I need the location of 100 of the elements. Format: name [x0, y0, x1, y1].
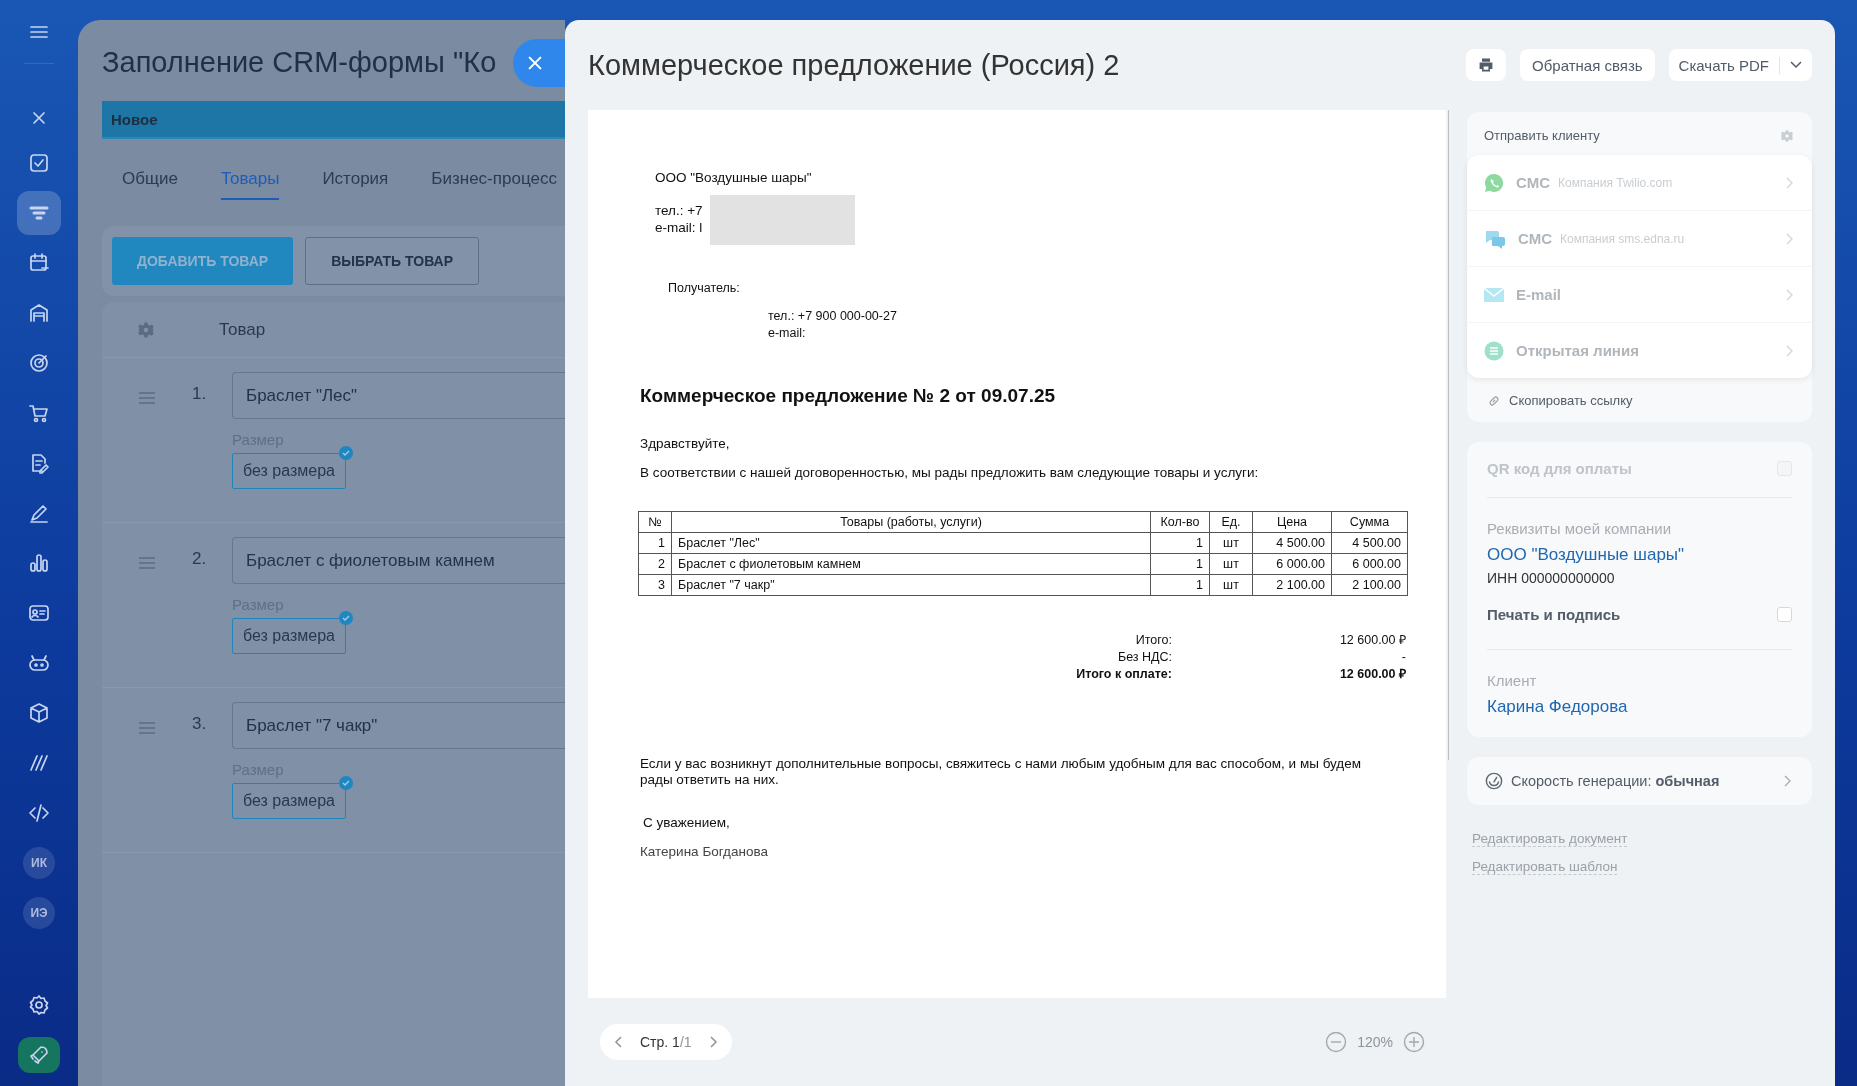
greeting: Здравствуйте, [640, 436, 731, 451]
channel-item[interactable]: E-mail [1467, 267, 1812, 323]
total-label: Итого к оплате: [1075, 666, 1172, 683]
chevron-right-icon [1786, 176, 1794, 189]
size-option[interactable]: без размера [232, 618, 346, 654]
tab[interactable]: Общие [122, 169, 178, 200]
phone-bubble-icon [1484, 172, 1504, 193]
tab[interactable]: Бизнес-процесс [431, 169, 557, 200]
garage-icon [27, 301, 51, 325]
table-cell: 1 [1150, 574, 1210, 596]
caret-icon[interactable] [1790, 61, 1802, 69]
envelope-icon [1484, 286, 1504, 303]
channel-name: СМС [1518, 230, 1552, 247]
drag-handle-icon[interactable] [138, 392, 156, 404]
total-value: - [1400, 649, 1406, 666]
edit-link[interactable]: Редактировать документ [1472, 831, 1628, 847]
total-value: 12 600.00 ₽ [1338, 666, 1406, 683]
generation-speed-item[interactable]: Скорость генерации: обычная [1467, 757, 1812, 805]
card-title: Отправить клиенту [1484, 128, 1600, 143]
table-cell: Браслет с фиолетовым камнем [671, 553, 1151, 575]
scrollbar[interactable] [1448, 110, 1449, 760]
zoom-level: 120% [1357, 1034, 1393, 1050]
form-title: Заполнение CRM-формы "Ко [102, 46, 497, 79]
code-icon [27, 801, 51, 825]
table-cell: 4 500.00 [1252, 532, 1332, 554]
channel-name: Открытая линия [1516, 342, 1639, 359]
launch-button[interactable] [18, 1037, 60, 1073]
sender-email: e-mail: l [655, 219, 703, 236]
next-page-icon[interactable] [709, 1036, 718, 1048]
total-label: Итого: [1134, 632, 1172, 649]
chat-icon [1484, 228, 1506, 249]
closing-note: Если у вас возникнут дополнительные вопросы, свяжитесь с нами любым удобным для вас способом, и мы будем рады ответить на них. [640, 756, 1363, 788]
table-cell: шт [1209, 574, 1253, 596]
column-header: Товар [219, 319, 266, 340]
option-label: Печать и подпись [1487, 606, 1621, 623]
intro-text: В соответствии с нашей договоренностью, мы рады предложить вам следующие товары и услуги: [640, 465, 1260, 480]
previous-page-icon[interactable] [614, 1036, 622, 1048]
table-cell: шт [1209, 553, 1253, 575]
column-header: Сумма [1331, 511, 1408, 533]
row-number: 3. [192, 714, 208, 734]
row-number: 1. [192, 384, 208, 404]
recipient-label: Получатель: [667, 281, 741, 295]
print-button[interactable] [1466, 49, 1507, 81]
company-link[interactable]: ООО "Воздушные шары" [1487, 545, 1685, 565]
chat-bubble-icon [1484, 340, 1504, 361]
drag-handle-icon[interactable] [138, 557, 156, 569]
table-cell: Браслет "7 чакр" [671, 574, 1151, 596]
section-label: Реквизиты моей компании [1487, 520, 1672, 537]
size-option[interactable]: без размера [232, 453, 346, 489]
table-cell: 2 100.00 [1331, 574, 1408, 596]
chevron-right-icon [1786, 288, 1794, 301]
drag-handle-icon[interactable] [138, 722, 156, 734]
row-number: 2. [192, 549, 208, 569]
signer-name: Катерина Богданова [640, 844, 769, 859]
printer-icon [1478, 57, 1495, 73]
copy-link[interactable]: Скопировать ссылку [1467, 378, 1812, 412]
channel-name: E-mail [1516, 286, 1561, 303]
product-button[interactable]: ВЫБРАТЬ ТОВАР [305, 237, 479, 285]
table-cell: 2 100.00 [1252, 574, 1332, 596]
offer-heading: Коммерческое предложение № 2 от 09.07.25 [640, 385, 1057, 407]
total-value: 12 600.00 ₽ [1338, 632, 1406, 649]
tab[interactable]: История [322, 169, 389, 200]
feedback-button[interactable]: Обратная связь [1520, 49, 1655, 81]
checkbox[interactable] [1777, 607, 1792, 622]
table-cell: 3 [638, 574, 672, 596]
sign-off: С уважением, [642, 815, 731, 830]
close-icon [526, 54, 544, 72]
table-cell: 4 500.00 [1331, 532, 1408, 554]
table-cell: 6 000.00 [1252, 553, 1332, 575]
table-cell: 1 [1150, 532, 1210, 554]
product-name-field[interactable]: Браслет "7 чакр" [232, 702, 565, 749]
sender-phone: тел.: +7 [655, 202, 703, 219]
box-icon [27, 701, 51, 725]
product-name-field[interactable]: Браслет с фиолетовым камнем [232, 537, 565, 584]
download-pdf-button[interactable]: Скачать PDF [1668, 49, 1812, 81]
sidebar-item[interactable] [17, 191, 61, 235]
edit-link[interactable]: Редактировать шаблон [1472, 859, 1618, 875]
table-cell: 6 000.00 [1331, 553, 1408, 575]
channel-item[interactable]: Открытая линия [1467, 323, 1812, 378]
column-header: Кол-во [1150, 511, 1210, 533]
target-icon [27, 351, 51, 375]
stage-bar[interactable]: Новое [102, 101, 565, 139]
user-avatar[interactable]: ИЭ [23, 897, 55, 929]
sender-name: ООО "Воздушные шары" [654, 170, 813, 185]
document-title: Коммерческое предложение (Россия) 2 [588, 48, 1121, 82]
close-button[interactable] [513, 39, 565, 87]
generation-speed: Скорость генерации: обычная [1511, 773, 1720, 789]
tax-number: ИНН 000000000000 [1487, 570, 1615, 586]
size-option[interactable]: без размера [232, 783, 346, 819]
chevron-right-icon [1786, 344, 1794, 357]
chevron-right-icon [1784, 775, 1792, 787]
chevron-right-icon [1786, 232, 1794, 245]
column-header: № [638, 511, 672, 533]
user-avatar[interactable]: ИК [23, 847, 55, 879]
speedometer-icon [1485, 772, 1503, 790]
client-link[interactable]: Карина Федорова [1487, 697, 1628, 717]
product-name-field[interactable]: Браслет "Лес" [232, 372, 565, 419]
column-header: Товары (работы, услуги) [671, 511, 1151, 533]
table-cell: Браслет "Лес" [671, 532, 1151, 554]
bar-chart-icon [27, 551, 51, 575]
